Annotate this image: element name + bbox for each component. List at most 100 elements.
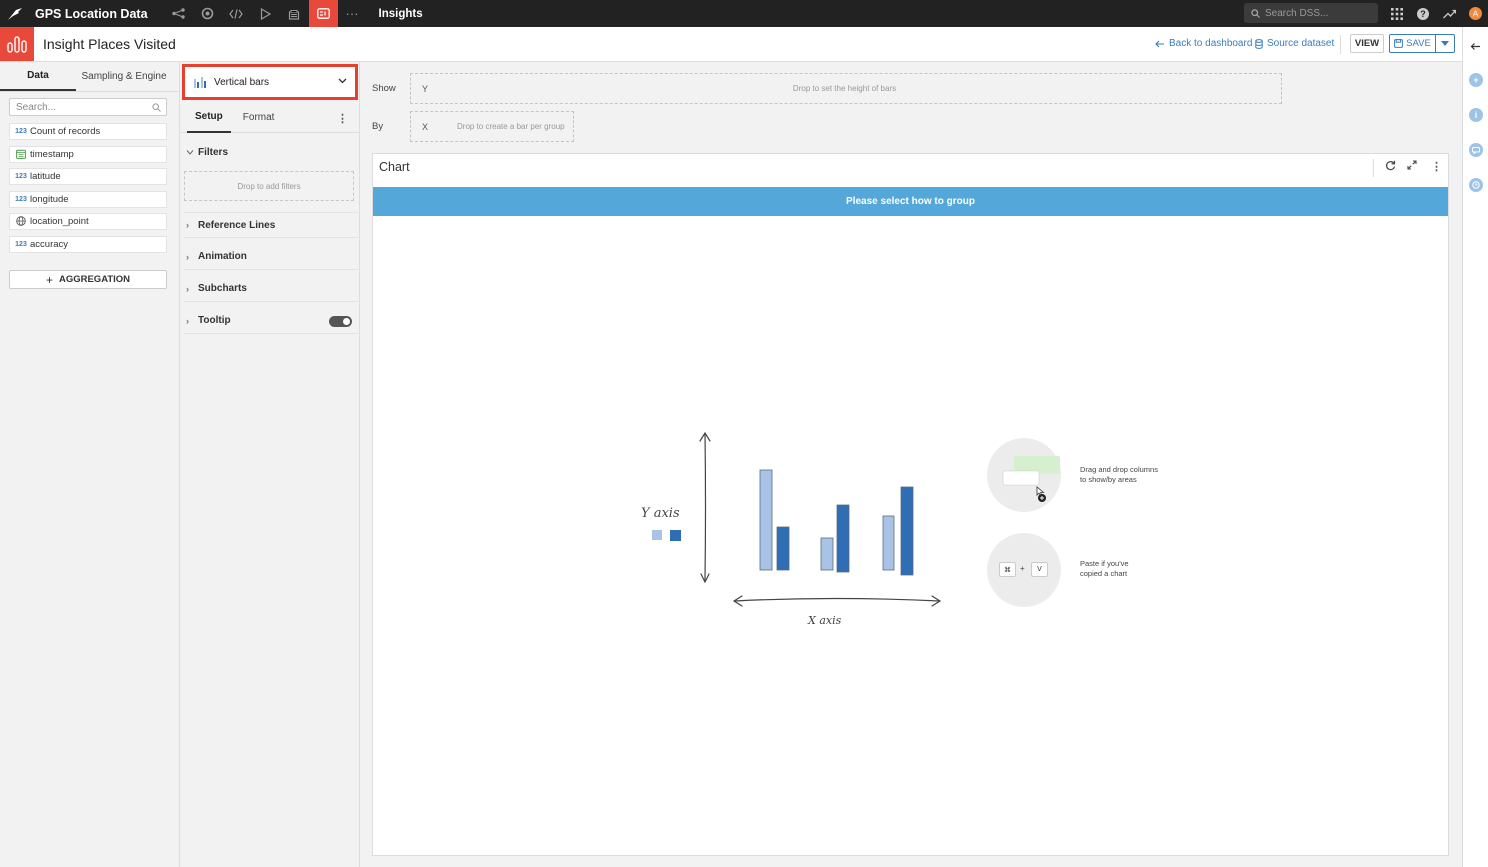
paste-hint-illustration: ⌘ + V [987,533,1061,607]
search-icon [1251,8,1260,18]
config-tabs: Setup Format ⋮ [180,103,360,133]
y-axis-dropzone[interactable]: Y Drop to set the height of bars [410,73,1282,104]
header-divider [1340,35,1341,54]
animation-section-toggle[interactable]: › Animation [184,244,358,270]
illustration-x-axis-label: X axis [807,614,842,627]
illustration-y-axis-label: Y axis [641,506,680,521]
project-name[interactable]: GPS Location Data [35,7,148,21]
insight-title[interactable]: Insight Places Visited [43,36,176,52]
dataset-icon [1255,38,1263,49]
chevron-right-icon: › [186,315,189,326]
save-options-dropdown[interactable] [1435,34,1455,53]
chart-panel: Chart ⋮ Please select how to group Y axi… [372,153,1449,856]
insight-header: Insight Places Visited Back to dashboard… [0,27,1462,62]
tooltip-toggle-switch[interactable] [329,316,352,327]
command-key-icon: ⌘ [999,562,1016,577]
columns-panel: Data Sampling & Engine Search... 123 Cou… [0,62,180,867]
calendar-icon [12,149,30,161]
more-options-icon[interactable]: ⋮ [1431,160,1442,173]
arrow-left-icon [1155,40,1164,47]
lab-icon[interactable] [193,0,222,27]
section-title[interactable]: Insights [379,8,423,20]
column-item-count-of-records[interactable]: 123 Count of records [9,123,167,140]
tooltip-section-toggle[interactable]: › Tooltip [184,308,358,334]
chevron-right-icon: › [186,283,189,294]
flow-icon[interactable] [164,0,193,27]
svg-text:A: A [1472,9,1478,19]
right-sidebar: + i [1462,27,1488,867]
chart-config-panel: Vertical bars Setup Format ⋮ Filters Dro… [180,62,360,867]
v-key-icon: V [1031,562,1048,577]
chart-insight-icon [0,27,34,61]
column-item-accuracy[interactable]: 123 accuracy [9,236,167,253]
columns-tabs: Data Sampling & Engine [0,62,179,92]
chart-type-selector[interactable]: Vertical bars [182,64,358,100]
x-dropzone-hint: Drop to create a bar per group [457,122,565,131]
column-item-latitude[interactable]: 123 latitude [9,168,167,185]
discussion-icon[interactable] [1469,143,1483,157]
view-button[interactable]: VIEW [1350,34,1384,53]
tab-setup[interactable]: Setup [187,103,231,133]
run-icon[interactable] [251,0,280,27]
x-axis-dropzone[interactable]: X Drop to create a bar per group [410,111,574,142]
save-button[interactable]: SAVE [1389,34,1436,53]
numeric-type-icon: 123 [15,128,27,135]
column-item-longitude[interactable]: 123 longitude [9,191,167,208]
numeric-type-icon: 123 [15,241,27,248]
add-aggregation-button[interactable]: + AGGREGATION [9,270,167,289]
tab-data[interactable]: Data [0,62,76,91]
chart-illustration: Y axis X axis [641,431,942,627]
chart-panel-title: Chart [379,160,410,174]
apps-grid-icon[interactable] [1385,0,1409,27]
expand-icon[interactable] [1407,160,1417,173]
code-icon[interactable] [222,0,251,27]
floppy-disk-icon [1394,39,1404,48]
caret-down-icon [1441,41,1449,46]
info-icon[interactable]: i [1469,108,1483,122]
chevron-right-icon: › [186,251,189,262]
dashboard-icon[interactable] [308,0,338,27]
x-axis-label: X [422,121,429,132]
global-search-input[interactable]: Search DSS... [1244,3,1378,23]
filters-section-toggle[interactable]: Filters [184,139,358,165]
column-search-input[interactable]: Search... [9,98,167,116]
more-options-icon[interactable]: ⋮ [337,112,348,125]
help-icon[interactable]: ? [1411,0,1435,27]
plus-icon: + [45,272,53,287]
source-dataset-link[interactable]: Source dataset [1255,38,1334,49]
more-icon[interactable]: ··· [338,0,367,27]
top-nav-bar: GPS Location Data ··· Insights Search DS… [0,0,1488,27]
numeric-type-icon: 123 [15,173,27,180]
chevron-down-icon [186,147,198,157]
panel-divider [1373,159,1374,177]
grouping-banner: Please select how to group [373,187,1448,216]
drag-drop-hint-text: Drag and drop columns to show/by areas [1080,465,1158,484]
y-dropzone-hint: Drop to set the height of bars [792,84,897,93]
dss-logo-icon[interactable] [0,0,30,27]
svg-text:?: ? [1420,9,1426,19]
collapse-arrow-icon[interactable] [1470,40,1481,54]
globe-icon [12,215,30,228]
chevron-down-icon [338,78,347,84]
numeric-type-icon: 123 [15,196,27,203]
history-icon[interactable] [1469,178,1483,192]
filters-dropzone[interactable]: Drop to add filters [184,171,354,201]
tab-format[interactable]: Format [235,103,283,133]
plus-sign: + [1020,564,1025,573]
reference-lines-section-toggle[interactable]: › Reference Lines [184,212,358,238]
refresh-icon[interactable] [1385,160,1396,174]
deploy-icon[interactable] [280,0,309,27]
vertical-bars-icon [194,77,206,88]
search-icon [152,103,161,112]
column-item-location-point[interactable]: location_point [9,213,167,230]
activity-trend-icon[interactable] [1437,0,1461,27]
user-avatar[interactable]: A [1463,0,1487,27]
tab-sampling-engine[interactable]: Sampling & Engine [76,62,172,91]
paste-hint-text: Paste if you've copied a chart [1080,559,1129,578]
add-icon[interactable]: + [1469,73,1483,87]
drag-drop-hint-illustration [987,438,1061,512]
column-item-timestamp[interactable]: timestamp [9,146,167,163]
chevron-right-icon: › [186,220,189,230]
back-to-dashboard-link[interactable]: Back to dashboard [1155,38,1252,49]
subcharts-section-toggle[interactable]: › Subcharts [184,276,358,302]
